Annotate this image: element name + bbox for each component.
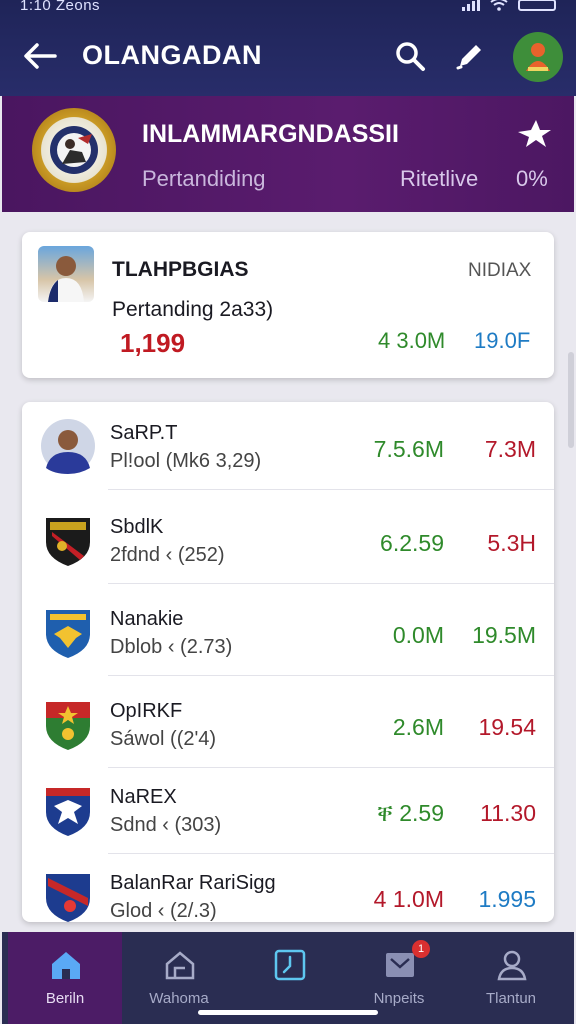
- back-button[interactable]: [20, 36, 60, 76]
- edit-button[interactable]: [450, 36, 490, 76]
- search-icon: [396, 42, 425, 71]
- player-photo-icon: [48, 256, 84, 302]
- club-logo: [40, 604, 96, 660]
- club-crest-icon: [46, 702, 90, 750]
- pencil-icon: [456, 45, 481, 70]
- home-icon: [49, 948, 83, 982]
- page-title: OLANGADAN: [82, 40, 262, 70]
- row-sub: Pl!ool (Mk6 3,29): [110, 450, 262, 472]
- user-avatar-icon: [526, 43, 550, 71]
- row-value-2: 7.3M: [484, 436, 536, 462]
- club-logo: [40, 782, 96, 838]
- club-crest-icon: [46, 874, 90, 922]
- home-indicator[interactable]: [198, 1010, 378, 1015]
- search-button[interactable]: [390, 36, 430, 76]
- featured-player-avatar: [38, 246, 94, 302]
- list-item[interactable]: SbdlK 2fdnd ‹ (252) 6.2.59 5.3H: [22, 496, 554, 584]
- divider: [108, 489, 554, 490]
- star-icon: [518, 120, 551, 147]
- row-value-1: 4 1.0M: [373, 886, 444, 912]
- player-avatar: [40, 418, 96, 474]
- list-item[interactable]: SaRP.T Pl!ool (Mk6 3,29) 7.5.6M 7.3M: [22, 402, 554, 490]
- nav-label: Beriln: [45, 990, 85, 1007]
- row-name: OpIRKF: [110, 700, 183, 722]
- featured-right-label: NIDIAX: [468, 260, 532, 281]
- notification-badge: 1: [412, 940, 430, 958]
- row-sub: Sáwol ((2'4): [110, 728, 217, 750]
- battery-icon: [518, 0, 556, 11]
- row-name: BalanRar RariSigg: [110, 872, 276, 894]
- user-avatar-button[interactable]: [513, 32, 563, 82]
- row-value-1: 7.5.6M: [373, 436, 444, 462]
- nav-label: Tlantun: [485, 990, 537, 1007]
- nav-label: Nnpeits: [373, 990, 425, 1007]
- club-crest-icon: [46, 610, 90, 658]
- divider: [108, 675, 554, 676]
- status-icons: [462, 0, 556, 11]
- row-name: NaREX: [110, 786, 177, 808]
- row-value-2: 11.30: [480, 800, 536, 826]
- row-value-1: 2.6M: [392, 714, 444, 740]
- league-live-label[interactable]: Ritetlive: [400, 166, 478, 192]
- list-item[interactable]: NaREX Sdnd ‹ (303) ቐ 2.59 11.30: [22, 766, 554, 854]
- league-crest-icon: [50, 126, 98, 174]
- league-percent: 0%: [516, 166, 548, 191]
- row-sub: Glod ‹ (2/.3): [110, 900, 217, 922]
- wifi-icon: [490, 0, 508, 11]
- list-item[interactable]: OpIRKF Sáwol ((2'4) 2.6M 19.54: [22, 680, 554, 768]
- row-value-1: ቐ 2.59: [377, 800, 444, 826]
- featured-blue-value: 19.0F: [474, 328, 531, 353]
- league-header: INLAMMARGNDASSII Pertandiding Ritetlive …: [2, 96, 574, 212]
- clock-calendar-icon: [273, 948, 307, 982]
- favorite-button[interactable]: [514, 118, 554, 150]
- list-item[interactable]: Nanakie Dblob ‹ (2.73) 0.0M 19.5M: [22, 588, 554, 676]
- club-crest-icon: [46, 788, 90, 836]
- player-list: SaRP.T Pl!ool (Mk6 3,29) 7.5.6M 7.3M Sbd…: [22, 402, 554, 922]
- row-value-2: 19.54: [478, 714, 536, 740]
- divider: [108, 583, 554, 584]
- signal-icon: [462, 0, 480, 11]
- top-app-bar: 1:10 Zeons OLANGADAN: [0, 0, 576, 96]
- club-crest-icon: [46, 518, 90, 566]
- list-item[interactable]: BalanRar RariSigg Glod ‹ (2/.3) 4 1.0M 1…: [22, 852, 554, 922]
- nav-item-profile[interactable]: Tlantun: [454, 932, 568, 1024]
- club-logo: [40, 868, 96, 922]
- featured-subtitle: Pertanding 2a33): [112, 298, 274, 321]
- arrow-left-icon: [24, 43, 57, 69]
- club-logo: [40, 512, 96, 568]
- row-value-2: 1.995: [478, 886, 536, 912]
- featured-card[interactable]: TLAHPBGIAS NIDIAX Pertanding 2a33) 1,199…: [22, 232, 554, 378]
- row-sub: Sdnd ‹ (303): [110, 814, 222, 836]
- featured-green-value: 4 3.0M: [378, 328, 446, 353]
- row-value-1: 0.0M: [392, 622, 444, 648]
- row-sub: 2fdnd ‹ (252): [110, 544, 225, 566]
- player-avatar-icon: [41, 419, 95, 474]
- row-name: SaRP.T: [110, 422, 178, 444]
- club-logo: [40, 696, 96, 752]
- league-subtitle: Pertandiding: [142, 166, 266, 191]
- status-time: 1:10 Zeons: [20, 0, 101, 14]
- row-name: Nanakie: [110, 608, 184, 630]
- row-value-2: 19.5M: [472, 622, 536, 648]
- row-value-1: 6.2.59: [380, 530, 444, 556]
- scrollbar[interactable]: [568, 352, 574, 448]
- nav-label: Wahoma: [149, 990, 209, 1007]
- featured-name: TLAHPBGIAS: [112, 258, 249, 281]
- league-title: INLAMMARGNDASSII: [142, 120, 399, 148]
- status-bar: 1:10 Zeons: [0, 0, 576, 18]
- featured-value: 1,199: [120, 328, 186, 358]
- row-value-2: 5.3H: [487, 530, 536, 556]
- row-sub: Dblob ‹ (2.73): [110, 636, 233, 658]
- nav-item-home[interactable]: Beriln: [8, 932, 122, 1024]
- row-name: SbdlK: [110, 516, 164, 538]
- user-icon: [495, 948, 529, 982]
- house-outline-icon: [163, 948, 197, 982]
- league-crest[interactable]: [32, 108, 116, 192]
- report-icon: [383, 948, 417, 982]
